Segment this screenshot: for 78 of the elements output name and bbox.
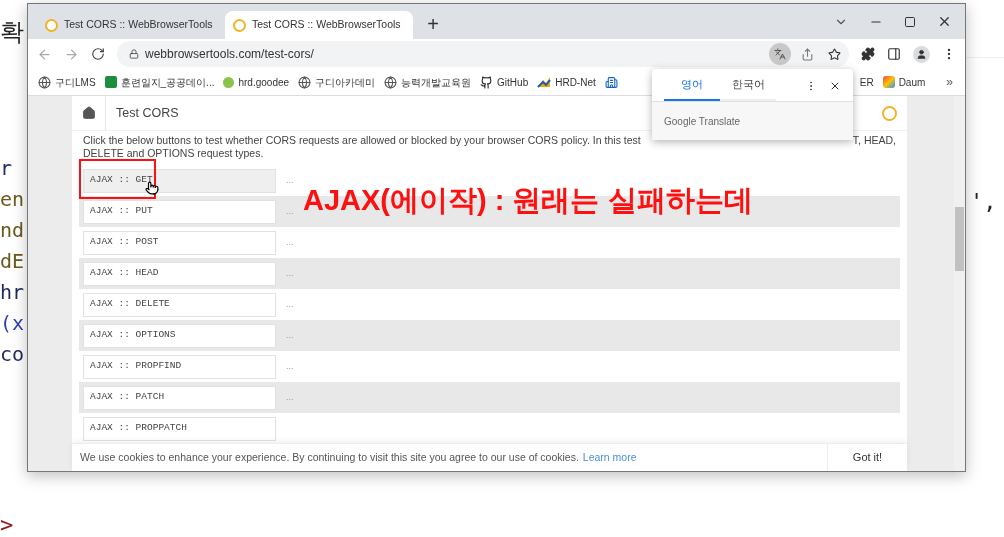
github-icon (480, 75, 494, 89)
translate-brand: Google Translate (664, 114, 741, 129)
browser-tab[interactable]: Test CORS :: WebBrowserTools (225, 11, 413, 39)
new-tab-button[interactable]: + (421, 12, 445, 36)
scrollbar[interactable] (954, 96, 965, 471)
request-button[interactable]: AJAX :: HEAD (83, 261, 276, 286)
request-button[interactable]: AJAX :: PUT (83, 199, 276, 224)
bookmark-link[interactable]: Daum (898, 74, 926, 90)
site-logo-icon (45, 18, 58, 32)
got-it-button[interactable]: Got it! (827, 444, 907, 471)
request-button[interactable]: AJAX :: POST (83, 230, 276, 255)
close-icon[interactable] (937, 14, 952, 29)
bookmark-link[interactable]: HRD-Net (555, 74, 596, 90)
code-line: hr (0, 279, 25, 306)
request-button[interactable]: AJAX :: PROPFIND (83, 354, 276, 379)
translate-button[interactable] (769, 43, 791, 65)
result-text: ... (286, 390, 294, 404)
result-text: ... (286, 266, 294, 280)
bookmark-link[interactable]: 훈련일지_공공데이... (120, 74, 215, 90)
close-icon[interactable] (829, 80, 841, 92)
request-button[interactable]: AJAX :: GET (83, 168, 276, 193)
star-icon[interactable] (828, 47, 841, 61)
site-logo-icon (882, 105, 897, 121)
globe-icon (38, 75, 51, 89)
description-text: Click the below buttons to test whether CORS requests are allowed or blocked by your browser CORS policy. In this test (83, 134, 641, 147)
chart-icon (537, 76, 552, 88)
request-button[interactable]: AJAX :: PROPPATCH (83, 416, 276, 441)
side-panel-icon[interactable] (887, 47, 901, 61)
description-text: DELETE and OPTIONS request types. (83, 147, 265, 160)
bookmark-link[interactable]: 구디아카데미 (315, 74, 376, 90)
address-bar[interactable]: webbrowsertools.com/test-cors/ (117, 41, 849, 67)
cookie-notice: We use cookies to enhance your experience. By continuing to visit this site you agree to our use of cookies. (80, 449, 579, 465)
result-text: ... (286, 204, 294, 218)
reload-icon[interactable] (91, 47, 105, 61)
hand-cursor-icon (145, 180, 159, 196)
description-text: T, HEAD, (852, 134, 896, 147)
lock-icon (129, 49, 139, 59)
maximize-icon[interactable] (904, 15, 916, 28)
result-text: ... (286, 297, 294, 311)
url-text: webbrowsertools.com/test-cors/ (145, 46, 315, 63)
request-button[interactable]: AJAX :: DELETE (83, 292, 276, 317)
code-fragment: ', (970, 188, 997, 216)
code-line: nd (0, 217, 25, 244)
bookmark-link[interactable]: 구디LMS (55, 74, 96, 90)
site-logo-icon (233, 18, 246, 32)
translate-icon (774, 48, 786, 60)
result-text: ... (286, 328, 294, 342)
page-title: Test CORS (116, 104, 179, 122)
d-logo-icon (882, 76, 895, 88)
profile-avatar[interactable] (913, 45, 930, 63)
bookmark-link[interactable]: GitHub (497, 74, 529, 90)
result-text: ... (286, 235, 294, 249)
learn-more-link[interactable]: Learn more (582, 449, 637, 466)
request-button[interactable]: AJAX :: OPTIONS (83, 323, 276, 348)
code-line: r (0, 155, 14, 182)
extensions-icon[interactable] (861, 47, 875, 61)
building-icon (604, 75, 618, 89)
bookmark-link[interactable]: hrd.goodee (238, 74, 290, 90)
code-line: en (0, 186, 25, 213)
tab-title: Test CORS :: WebBrowserTools (64, 17, 213, 33)
more-bookmarks-button[interactable]: » (946, 73, 955, 91)
result-text: ... (286, 359, 294, 373)
code-line: co (0, 341, 25, 368)
home-icon[interactable] (81, 106, 96, 120)
globe-icon (384, 75, 398, 89)
globe-icon (298, 75, 312, 89)
annotation-caption: AJAX(에이작) : 원래는 실패하는데 (303, 183, 753, 218)
bookmark-link[interactable]: ER (859, 74, 874, 90)
code-line: (x (0, 310, 25, 337)
code-line: dE (0, 248, 25, 275)
bookmark-link[interactable]: 능력개발교육원 (401, 74, 472, 90)
result-text: ... (286, 173, 294, 187)
code-fragment: > (0, 511, 14, 537)
tab-title: Test CORS :: WebBrowserTools (252, 17, 401, 33)
editor-heading: 확 (0, 20, 24, 44)
share-icon[interactable] (801, 47, 814, 61)
sheet-icon (104, 76, 117, 88)
request-button[interactable]: AJAX :: PATCH (83, 385, 276, 410)
